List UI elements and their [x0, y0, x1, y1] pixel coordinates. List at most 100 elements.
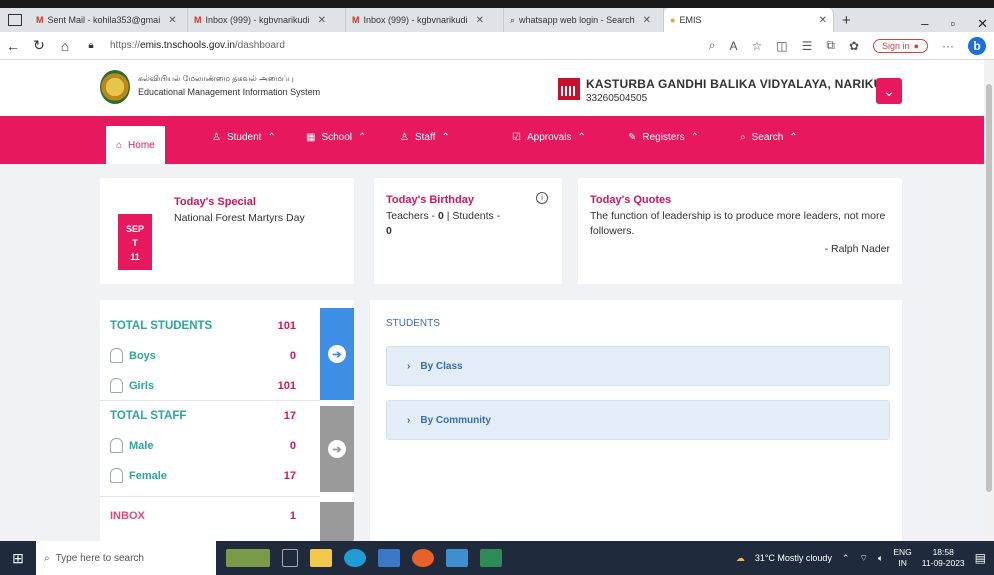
- edit-icon: ✎: [628, 132, 637, 143]
- caret-down-icon: ⌃: [789, 132, 798, 143]
- edge-icon[interactable]: [344, 549, 366, 567]
- gmail-icon: M: [36, 15, 44, 25]
- lock-icon[interactable]: 🔒︎: [78, 40, 104, 51]
- volume-icon[interactable]: 🔈︎: [878, 553, 883, 564]
- boy-icon: [110, 348, 123, 363]
- menu-school[interactable]: ▦ School ⌃: [306, 132, 366, 143]
- browser-tab[interactable]: M Inbox (999) - kgbvnarikudi ✕: [188, 8, 346, 32]
- close-tab-icon[interactable]: ✕: [318, 15, 326, 26]
- menu-search[interactable]: ⌕ Search ⌃: [740, 132, 798, 143]
- profile-dropdown-button[interactable]: ⌄: [876, 78, 902, 104]
- inbox-details-button[interactable]: [320, 502, 354, 541]
- browser-tab[interactable]: M Sent Mail - kohila353@gmai ✕: [30, 8, 188, 32]
- task-view-icon[interactable]: [282, 549, 298, 567]
- url-field[interactable]: https://emis.tnschools.gov.in/dashboard: [110, 40, 709, 51]
- weather-text[interactable]: 31°C Mostly cloudy: [755, 553, 832, 563]
- male-icon: [110, 438, 123, 453]
- taskbar-search[interactable]: ⌕ Type here to search: [36, 541, 216, 575]
- sign-in-button[interactable]: Sign in ●: [873, 38, 928, 53]
- chevron-right-icon: ›: [407, 414, 411, 426]
- excel-icon[interactable]: [480, 549, 502, 567]
- menu-staff[interactable]: ♙ Staff ⌃: [400, 132, 450, 143]
- home-icon[interactable]: ⌂: [52, 38, 78, 54]
- menu-home[interactable]: ⌂ Home: [106, 126, 165, 164]
- app-icon[interactable]: [446, 549, 468, 567]
- by-community-accordion[interactable]: › By Community: [386, 400, 890, 440]
- bing-icon[interactable]: b: [968, 36, 986, 55]
- girls-row: Girls 101: [110, 378, 296, 393]
- info-icon[interactable]: i: [536, 192, 548, 204]
- favorites-icon[interactable]: ☰: [802, 39, 813, 53]
- language-indicator[interactable]: ENG IN: [893, 547, 911, 569]
- panel-title: STUDENTS: [386, 318, 440, 329]
- todays-special-card: SEP T 11 Today's Special National Forest…: [100, 178, 354, 284]
- minimize-icon[interactable]: –: [921, 16, 928, 32]
- favorite-icon[interactable]: ☆: [752, 39, 763, 53]
- store-icon[interactable]: [378, 549, 400, 567]
- close-tab-icon[interactable]: ✕: [476, 15, 484, 26]
- scrollbar-thumb[interactable]: [986, 84, 992, 492]
- weather-icon[interactable]: ☁: [736, 553, 745, 564]
- address-bar: ← ↻ ⌂ 🔒︎ https://emis.tnschools.gov.in/d…: [0, 32, 994, 60]
- split-screen-icon[interactable]: ◫: [776, 39, 787, 53]
- browser-tab[interactable]: M Inbox (999) - kgbvnarikudi ✕: [346, 8, 504, 32]
- tab-title: Inbox (999) - kgbvnarikudi: [205, 15, 310, 25]
- divider: [100, 400, 320, 401]
- windows-start-icon[interactable]: ⊞: [0, 550, 36, 567]
- staff-details-button[interactable]: ➔: [320, 406, 354, 492]
- windows-taskbar: ⊞ ⌕ Type here to search ☁ 31°C Mostly cl…: [0, 541, 994, 575]
- school-building-icon: [558, 78, 580, 100]
- file-explorer-icon[interactable]: [310, 549, 332, 567]
- close-window-icon[interactable]: ✕: [977, 16, 988, 32]
- caret-down-icon: ⌃: [690, 132, 700, 143]
- web-page: கல்வியியல் மேலாண்மை தகவல் அமைப்பு Educat…: [0, 60, 984, 541]
- school-name: KASTURBA GANDHI BALIKA VIDYALAYA, NARIKU…: [586, 77, 895, 91]
- search-icon: ⌕: [44, 552, 50, 564]
- refresh-icon[interactable]: ↻: [26, 37, 52, 54]
- card-title: Today's Special: [174, 196, 256, 208]
- notifications-icon[interactable]: ▤: [975, 551, 986, 565]
- arrow-right-circle-icon: ➔: [328, 440, 346, 458]
- search-icon: ⌕: [510, 14, 516, 25]
- tab-title: EMIS: [679, 15, 702, 25]
- home-icon: ⌂: [116, 139, 123, 151]
- search-highlight-image[interactable]: [226, 549, 270, 567]
- org-name-english: Educational Management Information Syste…: [138, 87, 321, 97]
- extensions-icon[interactable]: ✿: [849, 39, 859, 53]
- clock[interactable]: 18:58 11-09-2023: [922, 547, 965, 569]
- tn-government-logo: [100, 70, 130, 104]
- main-menu: ⌂ Home ♙ Student ⌃ ▦ School ⌃ ♙ Staff ⌃ …: [0, 116, 984, 164]
- page-scrollbar[interactable]: [984, 60, 994, 541]
- male-row: Male 0: [110, 438, 296, 453]
- tab-title: Sent Mail - kohila353@gmai: [47, 15, 161, 25]
- gmail-icon: M: [194, 15, 202, 25]
- browser-tab[interactable]: ⌕ whatsapp web login - Search ✕: [504, 8, 664, 32]
- close-tab-icon[interactable]: ✕: [819, 15, 827, 26]
- more-icon[interactable]: ···: [942, 39, 954, 53]
- menu-registers[interactable]: ✎ Registers ⌃: [628, 132, 699, 143]
- female-icon: [110, 468, 123, 483]
- firefox-icon[interactable]: [412, 549, 434, 567]
- by-class-accordion[interactable]: › By Class: [386, 346, 890, 386]
- collections-icon[interactable]: ⧉: [826, 38, 835, 53]
- todays-quotes-card: Today's Quotes The function of leadershi…: [578, 178, 902, 284]
- quote-text: The function of leadership is to produce…: [590, 210, 886, 237]
- menu-approvals[interactable]: ☑ Approvals ⌃: [512, 132, 586, 143]
- menu-student[interactable]: ♙ Student ⌃: [212, 132, 276, 143]
- chevron-down-icon: ⌄: [883, 82, 895, 99]
- network-icon[interactable]: ⌔: [860, 553, 868, 564]
- close-tab-icon[interactable]: ✕: [168, 15, 176, 26]
- female-row: Female 17: [110, 468, 296, 483]
- restore-icon[interactable]: ▫: [950, 16, 955, 32]
- tab-actions-icon[interactable]: [8, 14, 22, 26]
- back-icon[interactable]: ←: [0, 38, 26, 54]
- new-tab-icon[interactable]: +: [842, 12, 851, 29]
- browser-tab-active[interactable]: ● EMIS ✕: [664, 8, 834, 32]
- close-tab-icon[interactable]: ✕: [643, 15, 651, 26]
- caret-down-icon: ⌃: [441, 132, 450, 143]
- search-page-icon[interactable]: ⌕: [709, 38, 716, 53]
- read-aloud-icon[interactable]: A: [730, 39, 738, 53]
- students-details-button[interactable]: ➔: [320, 308, 354, 400]
- chevron-up-icon[interactable]: ⌃: [842, 553, 850, 564]
- user-icon: ♙: [212, 132, 221, 143]
